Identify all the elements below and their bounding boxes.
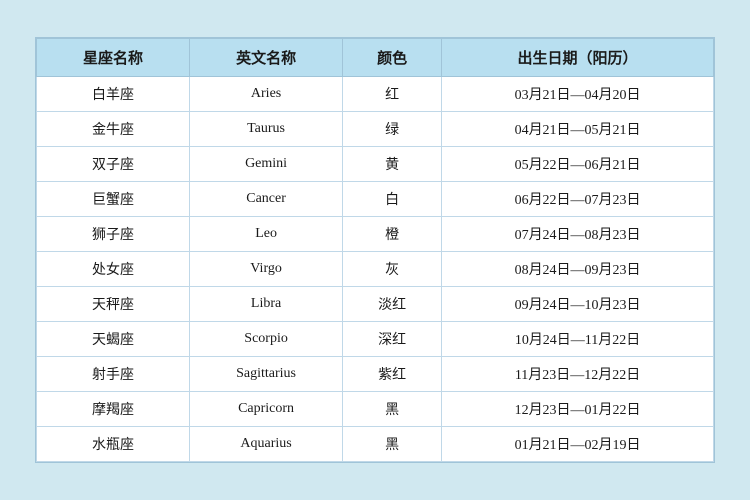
cell-chinese-name: 摩羯座 — [37, 392, 190, 427]
cell-chinese-name: 金牛座 — [37, 112, 190, 147]
cell-dates: 01月21日—02月19日 — [442, 427, 714, 462]
cell-dates: 03月21日—04月20日 — [442, 77, 714, 112]
table-row: 金牛座Taurus绿04月21日—05月21日 — [37, 112, 714, 147]
zodiac-table: 星座名称 英文名称 颜色 出生日期（阳历） 白羊座Aries红03月21日—04… — [36, 38, 714, 462]
cell-chinese-name: 处女座 — [37, 252, 190, 287]
table-row: 天秤座Libra淡红09月24日—10月23日 — [37, 287, 714, 322]
cell-color: 黑 — [343, 427, 442, 462]
table-row: 巨蟹座Cancer白06月22日—07月23日 — [37, 182, 714, 217]
cell-dates: 06月22日—07月23日 — [442, 182, 714, 217]
table-row: 天蝎座Scorpio深红10月24日—11月22日 — [37, 322, 714, 357]
cell-chinese-name: 射手座 — [37, 357, 190, 392]
table-header-row: 星座名称 英文名称 颜色 出生日期（阳历） — [37, 39, 714, 77]
cell-color: 黄 — [343, 147, 442, 182]
cell-color: 绿 — [343, 112, 442, 147]
table-row: 狮子座Leo橙07月24日—08月23日 — [37, 217, 714, 252]
table-row: 射手座Sagittarius紫红11月23日—12月22日 — [37, 357, 714, 392]
cell-color: 白 — [343, 182, 442, 217]
cell-english-name: Sagittarius — [190, 357, 343, 392]
cell-color: 红 — [343, 77, 442, 112]
cell-english-name: Leo — [190, 217, 343, 252]
cell-color: 淡红 — [343, 287, 442, 322]
header-dates: 出生日期（阳历） — [442, 39, 714, 77]
zodiac-table-container: 星座名称 英文名称 颜色 出生日期（阳历） 白羊座Aries红03月21日—04… — [35, 37, 715, 463]
cell-color: 黑 — [343, 392, 442, 427]
cell-chinese-name: 狮子座 — [37, 217, 190, 252]
table-body: 白羊座Aries红03月21日—04月20日金牛座Taurus绿04月21日—0… — [37, 77, 714, 462]
cell-chinese-name: 巨蟹座 — [37, 182, 190, 217]
cell-english-name: Taurus — [190, 112, 343, 147]
cell-english-name: Libra — [190, 287, 343, 322]
cell-color: 紫红 — [343, 357, 442, 392]
cell-english-name: Aquarius — [190, 427, 343, 462]
cell-dates: 07月24日—08月23日 — [442, 217, 714, 252]
header-chinese-name: 星座名称 — [37, 39, 190, 77]
table-row: 摩羯座Capricorn黑12月23日—01月22日 — [37, 392, 714, 427]
cell-chinese-name: 天秤座 — [37, 287, 190, 322]
cell-dates: 04月21日—05月21日 — [442, 112, 714, 147]
cell-color: 深红 — [343, 322, 442, 357]
cell-color: 灰 — [343, 252, 442, 287]
table-row: 双子座Gemini黄05月22日—06月21日 — [37, 147, 714, 182]
cell-dates: 09月24日—10月23日 — [442, 287, 714, 322]
cell-chinese-name: 白羊座 — [37, 77, 190, 112]
cell-english-name: Scorpio — [190, 322, 343, 357]
table-row: 白羊座Aries红03月21日—04月20日 — [37, 77, 714, 112]
cell-english-name: Gemini — [190, 147, 343, 182]
table-row: 处女座Virgo灰08月24日—09月23日 — [37, 252, 714, 287]
cell-english-name: Cancer — [190, 182, 343, 217]
cell-english-name: Aries — [190, 77, 343, 112]
cell-chinese-name: 天蝎座 — [37, 322, 190, 357]
cell-chinese-name: 双子座 — [37, 147, 190, 182]
header-color: 颜色 — [343, 39, 442, 77]
cell-chinese-name: 水瓶座 — [37, 427, 190, 462]
table-row: 水瓶座Aquarius黑01月21日—02月19日 — [37, 427, 714, 462]
cell-english-name: Capricorn — [190, 392, 343, 427]
cell-dates: 08月24日—09月23日 — [442, 252, 714, 287]
header-english-name: 英文名称 — [190, 39, 343, 77]
cell-dates: 12月23日—01月22日 — [442, 392, 714, 427]
cell-color: 橙 — [343, 217, 442, 252]
cell-dates: 11月23日—12月22日 — [442, 357, 714, 392]
cell-dates: 05月22日—06月21日 — [442, 147, 714, 182]
cell-dates: 10月24日—11月22日 — [442, 322, 714, 357]
cell-english-name: Virgo — [190, 252, 343, 287]
